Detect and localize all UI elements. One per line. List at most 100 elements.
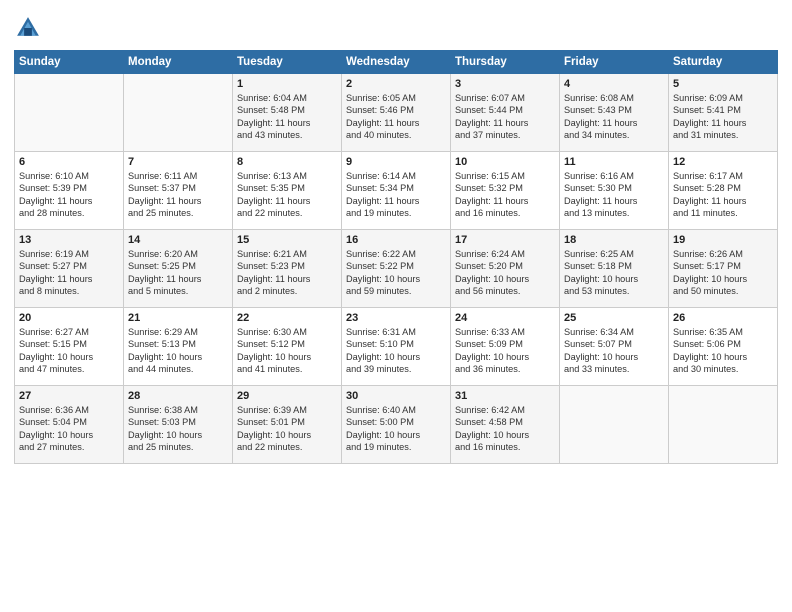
cell-content: Sunrise: 6:05 AM Sunset: 5:46 PM Dayligh… — [346, 92, 446, 142]
day-number: 4 — [564, 78, 664, 90]
header-day-tuesday: Tuesday — [233, 51, 342, 74]
calendar-cell: 14 Sunrise: 6:20 AM Sunset: 5:25 PM Dayli… — [124, 230, 233, 308]
cell-content: Sunrise: 6:30 AM Sunset: 5:12 PM Dayligh… — [237, 326, 337, 376]
day-number: 20 — [19, 312, 119, 324]
calendar-cell: 7 Sunrise: 6:11 AM Sunset: 5:37 PM Daylig… — [124, 152, 233, 230]
day-number: 28 — [128, 390, 228, 402]
day-number: 17 — [455, 234, 555, 246]
calendar-cell: 9 Sunrise: 6:14 AM Sunset: 5:34 PM Daylig… — [342, 152, 451, 230]
cell-content: Sunrise: 6:25 AM Sunset: 5:18 PM Dayligh… — [564, 248, 664, 298]
cell-content: Sunrise: 6:10 AM Sunset: 5:39 PM Dayligh… — [19, 170, 119, 220]
header-day-friday: Friday — [560, 51, 669, 74]
cell-content: Sunrise: 6:14 AM Sunset: 5:34 PM Dayligh… — [346, 170, 446, 220]
cell-content: Sunrise: 6:17 AM Sunset: 5:28 PM Dayligh… — [673, 170, 773, 220]
day-number: 8 — [237, 156, 337, 168]
day-number: 9 — [346, 156, 446, 168]
calendar-cell: 20Sunrise: 6:27 AM Sunset: 5:15 PM Dayli… — [15, 308, 124, 386]
cell-content: Sunrise: 6:29 AM Sunset: 5:13 PM Dayligh… — [128, 326, 228, 376]
logo-icon — [14, 14, 42, 42]
day-number: 14 — [128, 234, 228, 246]
day-number: 7 — [128, 156, 228, 168]
calendar-cell: 11 Sunrise: 6:16 AM Sunset: 5:30 PM Dayli… — [560, 152, 669, 230]
cell-content: Sunrise: 6:22 AM Sunset: 5:22 PM Dayligh… — [346, 248, 446, 298]
calendar-cell: 22 Sunrise: 6:30 AM Sunset: 5:12 PM Dayli… — [233, 308, 342, 386]
cell-content: Sunrise: 6:26 AM Sunset: 5:17 PM Dayligh… — [673, 248, 773, 298]
day-number: 6 — [19, 156, 119, 168]
calendar-cell — [124, 74, 233, 152]
cell-content: Sunrise: 6:04 AM Sunset: 5:48 PM Dayligh… — [237, 92, 337, 142]
calendar-cell: 18 Sunrise: 6:25 AM Sunset: 5:18 PM Dayli… — [560, 230, 669, 308]
week-row-3: 13 Sunrise: 6:19 AM Sunset: 5:27 PM Dayli… — [15, 230, 778, 308]
header-day-sunday: Sunday — [15, 51, 124, 74]
cell-content: Sunrise: 6:24 AM Sunset: 5:20 PM Dayligh… — [455, 248, 555, 298]
calendar-cell: 19 Sunrise: 6:26 AM Sunset: 5:17 PM Dayli… — [669, 230, 778, 308]
calendar-cell: 13 Sunrise: 6:19 AM Sunset: 5:27 PM Dayli… — [15, 230, 124, 308]
calendar-cell: 10Sunrise: 6:15 AM Sunset: 5:32 PM Dayli… — [451, 152, 560, 230]
cell-content: Sunrise: 6:13 AM Sunset: 5:35 PM Dayligh… — [237, 170, 337, 220]
calendar-cell: 31 Sunrise: 6:42 AM Sunset: 4:58 PM Dayli… — [451, 386, 560, 464]
header-day-monday: Monday — [124, 51, 233, 74]
calendar-cell: 25Sunrise: 6:34 AM Sunset: 5:07 PM Dayli… — [560, 308, 669, 386]
calendar-cell — [669, 386, 778, 464]
cell-content: Sunrise: 6:09 AM Sunset: 5:41 PM Dayligh… — [673, 92, 773, 142]
calendar-table: SundayMondayTuesdayWednesdayThursdayFrid… — [14, 50, 778, 464]
calendar-header: SundayMondayTuesdayWednesdayThursdayFrid… — [15, 51, 778, 74]
header-day-saturday: Saturday — [669, 51, 778, 74]
calendar-cell: 23 Sunrise: 6:31 AM Sunset: 5:10 PM Dayli… — [342, 308, 451, 386]
calendar-cell: 21 Sunrise: 6:29 AM Sunset: 5:13 PM Dayli… — [124, 308, 233, 386]
day-number: 11 — [564, 156, 664, 168]
cell-content: Sunrise: 6:19 AM Sunset: 5:27 PM Dayligh… — [19, 248, 119, 298]
calendar-cell: 4 Sunrise: 6:08 AM Sunset: 5:43 PM Daylig… — [560, 74, 669, 152]
day-number: 19 — [673, 234, 773, 246]
day-number: 23 — [346, 312, 446, 324]
calendar-cell: 28 Sunrise: 6:38 AM Sunset: 5:03 PM Dayli… — [124, 386, 233, 464]
calendar-cell: 30Sunrise: 6:40 AM Sunset: 5:00 PM Dayli… — [342, 386, 451, 464]
day-number: 22 — [237, 312, 337, 324]
calendar-cell: 5Sunrise: 6:09 AM Sunset: 5:41 PM Daylig… — [669, 74, 778, 152]
cell-content: Sunrise: 6:16 AM Sunset: 5:30 PM Dayligh… — [564, 170, 664, 220]
day-number: 24 — [455, 312, 555, 324]
day-number: 29 — [237, 390, 337, 402]
day-number: 2 — [346, 78, 446, 90]
calendar-cell — [560, 386, 669, 464]
calendar-body: 1 Sunrise: 6:04 AM Sunset: 5:48 PM Daylig… — [15, 74, 778, 464]
cell-content: Sunrise: 6:21 AM Sunset: 5:23 PM Dayligh… — [237, 248, 337, 298]
main-container: SundayMondayTuesdayWednesdayThursdayFrid… — [0, 0, 792, 472]
week-row-1: 1 Sunrise: 6:04 AM Sunset: 5:48 PM Daylig… — [15, 74, 778, 152]
header-day-wednesday: Wednesday — [342, 51, 451, 74]
day-number: 13 — [19, 234, 119, 246]
day-number: 15 — [237, 234, 337, 246]
calendar-cell: 3Sunrise: 6:07 AM Sunset: 5:44 PM Daylig… — [451, 74, 560, 152]
header — [14, 10, 778, 42]
calendar-cell: 12Sunrise: 6:17 AM Sunset: 5:28 PM Dayli… — [669, 152, 778, 230]
cell-content: Sunrise: 6:35 AM Sunset: 5:06 PM Dayligh… — [673, 326, 773, 376]
calendar-cell: 6 Sunrise: 6:10 AM Sunset: 5:39 PM Daylig… — [15, 152, 124, 230]
calendar-cell: 1 Sunrise: 6:04 AM Sunset: 5:48 PM Daylig… — [233, 74, 342, 152]
header-row: SundayMondayTuesdayWednesdayThursdayFrid… — [15, 51, 778, 74]
cell-content: Sunrise: 6:20 AM Sunset: 5:25 PM Dayligh… — [128, 248, 228, 298]
calendar-cell: 15 Sunrise: 6:21 AM Sunset: 5:23 PM Dayli… — [233, 230, 342, 308]
calendar-cell: 29 Sunrise: 6:39 AM Sunset: 5:01 PM Dayli… — [233, 386, 342, 464]
calendar-cell: 26 Sunrise: 6:35 AM Sunset: 5:06 PM Dayli… — [669, 308, 778, 386]
cell-content: Sunrise: 6:38 AM Sunset: 5:03 PM Dayligh… — [128, 404, 228, 454]
cell-content: Sunrise: 6:42 AM Sunset: 4:58 PM Dayligh… — [455, 404, 555, 454]
day-number: 30 — [346, 390, 446, 402]
day-number: 18 — [564, 234, 664, 246]
day-number: 31 — [455, 390, 555, 402]
cell-content: Sunrise: 6:39 AM Sunset: 5:01 PM Dayligh… — [237, 404, 337, 454]
cell-content: Sunrise: 6:34 AM Sunset: 5:07 PM Dayligh… — [564, 326, 664, 376]
calendar-cell: 16Sunrise: 6:22 AM Sunset: 5:22 PM Dayli… — [342, 230, 451, 308]
cell-content: Sunrise: 6:31 AM Sunset: 5:10 PM Dayligh… — [346, 326, 446, 376]
calendar-cell: 24Sunrise: 6:33 AM Sunset: 5:09 PM Dayli… — [451, 308, 560, 386]
cell-content: Sunrise: 6:11 AM Sunset: 5:37 PM Dayligh… — [128, 170, 228, 220]
calendar-cell: 8 Sunrise: 6:13 AM Sunset: 5:35 PM Daylig… — [233, 152, 342, 230]
cell-content: Sunrise: 6:08 AM Sunset: 5:43 PM Dayligh… — [564, 92, 664, 142]
cell-content: Sunrise: 6:36 AM Sunset: 5:04 PM Dayligh… — [19, 404, 119, 454]
calendar-cell: 2 Sunrise: 6:05 AM Sunset: 5:46 PM Daylig… — [342, 74, 451, 152]
week-row-4: 20Sunrise: 6:27 AM Sunset: 5:15 PM Dayli… — [15, 308, 778, 386]
cell-content: Sunrise: 6:15 AM Sunset: 5:32 PM Dayligh… — [455, 170, 555, 220]
cell-content: Sunrise: 6:07 AM Sunset: 5:44 PM Dayligh… — [455, 92, 555, 142]
day-number: 26 — [673, 312, 773, 324]
day-number: 21 — [128, 312, 228, 324]
day-number: 1 — [237, 78, 337, 90]
